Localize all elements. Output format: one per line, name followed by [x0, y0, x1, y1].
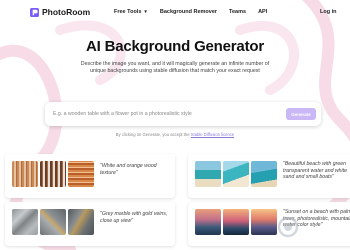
nav-links: Free Tools ▼ Background Remover Teams API: [114, 9, 267, 15]
wood-thumbnail-2: [40, 161, 66, 187]
example-caption: "White and orange wood texture": [100, 163, 157, 176]
photoroom-logo-icon: [30, 7, 39, 17]
terms-notice: By clicking on Generate, you accept the …: [0, 132, 350, 137]
brand-name: PhotoRoom: [42, 7, 91, 17]
beach-thumbnail-1: [195, 161, 221, 187]
nav-background-remover[interactable]: Background Remover: [160, 9, 217, 15]
brand-logo[interactable]: PhotoRoom: [30, 7, 90, 17]
page-title: AI Background Generator: [86, 38, 264, 55]
top-nav: PhotoRoom Free Tools ▼ Background Remover…: [0, 0, 350, 26]
watermark-logo: [278, 216, 299, 238]
nav-free-tools-label: Free Tools: [114, 9, 142, 15]
chevron-down-icon: ▼: [143, 9, 148, 14]
sunset-thumbnail-2: [223, 209, 249, 235]
beach-thumbnail-3: [251, 161, 277, 187]
terms-text: By clicking on Generate, you accept the: [115, 132, 190, 137]
licence-link[interactable]: Stable Diffusion licence: [191, 132, 234, 137]
wood-thumbnail-3: [68, 161, 94, 187]
example-card-wood[interactable]: "White and orange wood texture": [5, 154, 175, 198]
prompt-box: Generate: [45, 102, 321, 126]
generate-button[interactable]: Generate: [286, 108, 316, 120]
wood-thumbnail-1: [12, 161, 38, 187]
example-card-marble[interactable]: "Grey marble with gold veins, close up v…: [5, 202, 175, 246]
nav-api[interactable]: API: [258, 9, 267, 15]
marble-thumbnail-2: [40, 209, 66, 235]
marble-thumbnail-3: [68, 209, 94, 235]
prompt-input[interactable]: [53, 109, 263, 119]
sunset-thumbnail-3: [251, 209, 277, 235]
marble-thumbnail-1: [12, 209, 38, 235]
login-link[interactable]: Log in: [320, 9, 337, 15]
example-card-beach[interactable]: "Beautiful beach with green transparent …: [188, 154, 350, 198]
hero: AI Background Generator Describe the ima…: [0, 38, 350, 75]
example-caption: "Beautiful beach with green transparent …: [283, 161, 348, 180]
nav-free-tools[interactable]: Free Tools ▼: [114, 9, 148, 15]
nav-teams[interactable]: Teams: [229, 9, 246, 15]
beach-thumbnail-2: [223, 161, 249, 187]
example-caption: "Grey marble with gold veins, close up v…: [100, 211, 168, 224]
hero-description: Describe the image you want, and it will…: [80, 61, 270, 74]
sunset-thumbnail-1: [195, 209, 221, 235]
